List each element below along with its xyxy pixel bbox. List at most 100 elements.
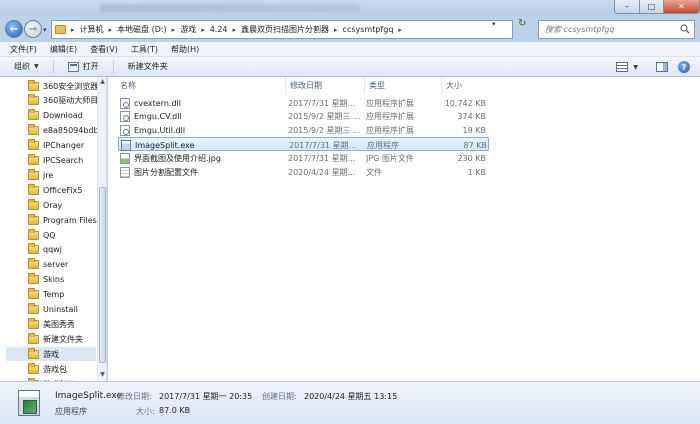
exe-file-icon — [121, 139, 131, 151]
chevron-right-icon[interactable]: ▸ — [109, 26, 113, 34]
nav-folder-item[interactable]: 新建文件夹 — [28, 332, 106, 346]
nav-scrollbar[interactable]: ▲ ▼ — [97, 77, 106, 381]
folder-icon — [28, 273, 39, 285]
nav-folder-item[interactable]: OfficeFix5 — [28, 183, 106, 197]
menu-item[interactable]: 编辑(E) — [50, 44, 77, 55]
column-header-size[interactable]: 大小 — [442, 77, 490, 94]
file-type-cell: 文件 — [366, 165, 440, 179]
title-bar[interactable]: – □ ✕ — [0, 0, 700, 16]
column-header-date[interactable]: 修改日期 — [286, 77, 365, 94]
file-size-cell: 10,742 KB — [438, 96, 486, 110]
menu-item[interactable]: 查看(V) — [90, 44, 118, 55]
organize-button[interactable]: 组织 ▼ — [14, 61, 39, 72]
nav-folder-item[interactable]: IPChanger — [28, 139, 106, 153]
breadcrumb-item[interactable]: 本地磁盘 (D:) — [117, 24, 167, 35]
generic-file-icon — [120, 166, 130, 178]
folder-icon — [28, 183, 39, 195]
nav-folder-item[interactable]: 美图秀秀 — [28, 317, 106, 331]
file-row[interactable]: ImageSplit.exe 2017/7/31 星期... 应用程序 87 KB — [118, 137, 489, 152]
file-row[interactable]: 界面截图及使用介绍.jpg 2017/7/31 星期... JPG 图片文件 230 … — [118, 151, 489, 165]
file-type-cell-text: 应用程序扩展 — [366, 112, 414, 122]
file-date-cell: 2017/7/31 星期... — [288, 151, 362, 165]
file-type-cell: 应用程序扩展 — [366, 124, 440, 138]
address-dropdown-icon[interactable]: ▾ — [492, 20, 496, 28]
chevron-right-icon[interactable]: ▸ — [71, 26, 75, 34]
nav-folder-item[interactable]: qqwj — [28, 243, 106, 257]
file-name-cell-text: ImageSplit.exe — [135, 140, 195, 150]
scroll-down-icon[interactable]: ▼ — [99, 371, 106, 378]
nav-folder-item[interactable]: 游戏 — [6, 347, 96, 362]
chevron-right-icon[interactable]: ▸ — [233, 26, 237, 34]
column-header-type[interactable]: 类型 — [365, 77, 442, 94]
refresh-icon[interactable]: ↻ — [518, 18, 526, 29]
nav-folder-item[interactable]: Download — [28, 109, 106, 123]
address-bar[interactable]: ▸ 计算机 ▸ 本地磁盘 (D:) ▸ 游戏 ▸ 4.24 ▸ 鑫晨双页扫描图片分割器 ▸ ccsy… — [51, 20, 513, 39]
nav-folder-item[interactable]: Skins — [28, 273, 106, 287]
nav-folder-item[interactable]: jre — [28, 168, 106, 182]
chevron-right-icon[interactable]: ▸ — [201, 26, 205, 34]
nav-folder-item[interactable]: QQ — [28, 228, 106, 242]
help-icon[interactable]: ? — [678, 61, 690, 73]
chevron-right-icon[interactable]: ▸ — [334, 26, 338, 34]
nav-folder-item[interactable]: Uninstall — [28, 303, 106, 317]
menu-item[interactable]: 工具(T) — [131, 44, 158, 55]
nav-folder-item[interactable]: 游戏包 — [28, 362, 106, 376]
file-name-cell-text: Emgu.CV.dll — [134, 112, 182, 122]
nav-folder-item[interactable]: Temp — [28, 288, 106, 302]
nav-folder-item[interactable]: 360驱动大师目 — [28, 94, 106, 108]
breadcrumb-item[interactable]: 计算机 — [80, 24, 104, 35]
breadcrumb-item[interactable]: 鑫晨双页扫描图片分割器 — [241, 24, 329, 35]
maximize-button[interactable]: □ — [639, 0, 664, 14]
file-name-cell: 界面截图及使用介绍.jpg — [120, 151, 286, 165]
file-row[interactable]: cvextern.dll 2017/7/31 星期... 应用程序扩展 10,742 … — [118, 96, 489, 110]
forward-button[interactable]: → — [24, 20, 42, 38]
folder-icon — [28, 79, 39, 91]
back-button[interactable]: ← — [5, 20, 23, 38]
file-row[interactable]: Emgu.Util.dll 2015/9/2 星期三 ... 应用程序扩展 19 KB — [118, 124, 489, 138]
dll-file-icon — [120, 97, 130, 109]
column-header-name[interactable]: 名称 — [116, 77, 286, 94]
nav-folder-item[interactable]: 360安全浏览器 — [28, 79, 106, 93]
nav-folder-item[interactable]: Oray — [28, 198, 106, 212]
breadcrumb-item[interactable]: ccsysmtpfgq — [343, 25, 394, 34]
address-row: ← → ▾ ▸ 计算机 ▸ 本地磁盘 (D:) ▸ 游戏 ▸ 4.24 ▸ 鑫晨双页扫描图片分割… — [0, 16, 700, 42]
nav-folder-label: 美图秀秀 — [43, 319, 75, 329]
file-date-cell-text: 2017/7/31 星期... — [288, 98, 356, 108]
preview-pane-icon[interactable] — [656, 62, 668, 72]
file-type-cell-text: 文件 — [366, 167, 382, 177]
nav-folder-label: QQ — [43, 230, 56, 240]
close-button[interactable]: ✕ — [663, 0, 700, 14]
change-view-icon[interactable] — [616, 62, 629, 72]
menu-item[interactable]: 帮助(H) — [171, 44, 199, 55]
search-input[interactable]: 搜索 ccsysmtpfgq — [538, 20, 695, 39]
nav-folder-item[interactable]: server — [28, 258, 106, 272]
folder-icon — [28, 317, 39, 329]
view-dropdown-icon[interactable]: ▼ — [633, 64, 638, 71]
chevron-right-icon[interactable]: ▸ — [398, 26, 402, 34]
scroll-up-icon[interactable]: ▲ — [99, 78, 106, 85]
nav-folder-label: jre — [43, 170, 54, 180]
chevron-right-icon[interactable]: ▸ — [172, 26, 176, 34]
blurred-window-title — [100, 4, 360, 12]
nav-folder-item[interactable]: IPCSearch — [28, 154, 106, 168]
open-button[interactable]: 打开 — [67, 61, 99, 72]
file-date-cell: 2015/9/2 星期三 ... — [288, 124, 362, 138]
breadcrumb-item[interactable]: 4.24 — [210, 25, 228, 34]
jpg-file-icon — [120, 152, 130, 164]
details-created-value: 2020/4/24 星期五 13:15 — [304, 392, 398, 401]
nav-scrollbar-thumb[interactable] — [99, 187, 106, 363]
file-size-cell-text: 19 KB — [462, 126, 486, 136]
menu-item[interactable]: 文件(F) — [10, 44, 37, 55]
file-row[interactable]: 图片分割配置文件 2020/4/24 星期... 文件 1 KB — [118, 165, 489, 179]
minimize-button[interactable]: – — [614, 0, 640, 14]
file-row[interactable]: Emgu.CV.dll 2015/9/2 星期三 ... 应用程序扩展 374 KB — [118, 110, 489, 124]
file-size-cell: 1 KB — [438, 165, 486, 179]
nav-folder-item[interactable]: e8a85094bdb — [28, 124, 106, 138]
new-folder-button[interactable]: 新建文件夹 — [128, 61, 168, 72]
file-size-cell-text: 1 KB — [467, 167, 486, 177]
file-date-cell: 2015/9/2 星期三 ... — [288, 110, 362, 124]
search-icon[interactable] — [680, 24, 690, 34]
breadcrumb-item[interactable]: 游戏 — [180, 24, 196, 35]
history-dropdown-icon[interactable]: ▾ — [43, 26, 47, 34]
nav-folder-item[interactable]: Program Files — [28, 213, 106, 227]
